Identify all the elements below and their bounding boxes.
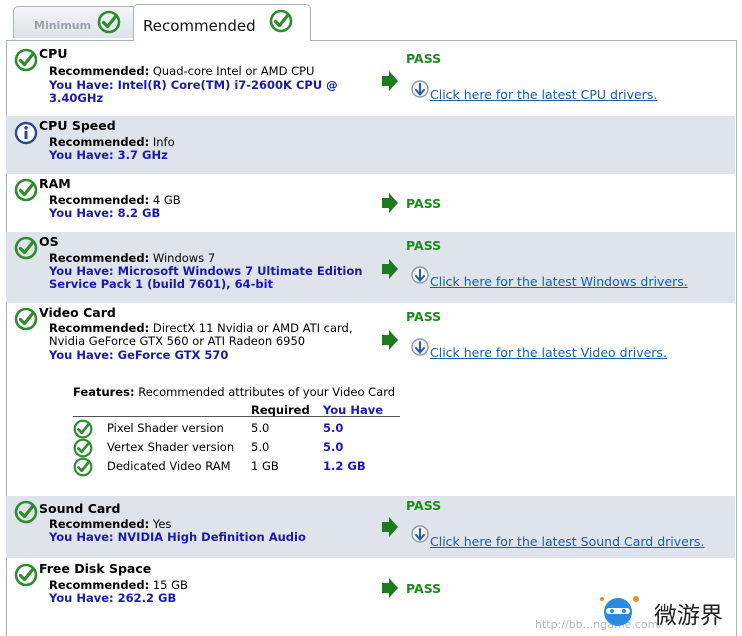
recommended-line: Recommended: Windows 7: [49, 251, 216, 265]
check-icon: [97, 10, 121, 34]
arrow-right-icon: [381, 577, 399, 599]
watermark: 微游界: [596, 592, 736, 630]
row-title: CPU Speed: [39, 118, 116, 133]
watermark-logo-icon: [600, 596, 639, 626]
you-have: You Have: Microsoft Windows 7 Ultimate E…: [49, 264, 363, 291]
check-icon: [14, 563, 38, 587]
row-os: OS Recommended: Windows 7 You Have: Micr…: [6, 232, 735, 303]
check-icon: [269, 9, 293, 33]
arrow-right-icon: [381, 192, 399, 214]
check-icon: [73, 438, 93, 458]
cpu-drivers-link[interactable]: Click here for the latest CPU drivers.: [430, 87, 657, 102]
features-header: Features: Recommended attributes of your…: [73, 385, 396, 399]
download-icon: [410, 80, 430, 102]
status-pass: PASS: [406, 238, 442, 253]
tab-recommended[interactable]: Recommended: [133, 4, 311, 41]
row-title: RAM: [39, 176, 71, 191]
feature-row: Vertex Shader version 5.0 5.0: [73, 438, 400, 456]
arrow-right-icon: [381, 258, 399, 280]
row-ram: RAM Recommended: 4 GB You Have: 8.2 GB P…: [6, 174, 735, 232]
you-have: You Have: 262.2 GB: [49, 591, 177, 605]
col-required: Required: [251, 403, 310, 417]
recommended-line: Recommended: Yes: [49, 517, 172, 531]
check-icon: [14, 48, 38, 72]
check-icon: [14, 236, 38, 260]
row-title: CPU: [39, 46, 68, 61]
status-pass: PASS: [406, 51, 442, 66]
status-pass: PASS: [406, 309, 442, 324]
check-icon: [73, 457, 93, 477]
row-title: Video Card: [39, 305, 116, 320]
tab-recommended-label: Recommended: [143, 17, 256, 35]
recommended-line: Recommended: Info: [49, 135, 175, 149]
divider: [73, 416, 400, 417]
download-icon: [410, 338, 430, 360]
download-icon: [410, 525, 430, 547]
row-cpu-speed: CPU Speed Recommended: Info You Have: 3.…: [6, 116, 735, 174]
video-drivers-link[interactable]: Click here for the latest Video drivers.: [430, 345, 667, 360]
tab-minimum-label: Minimum: [34, 19, 92, 32]
row-title: OS: [39, 234, 59, 249]
you-have: You Have: 3.7 GHz: [49, 148, 168, 162]
you-have: You Have: Intel(R) Core(TM) i7-2600K CPU…: [49, 78, 338, 105]
arrow-right-icon: [381, 70, 399, 92]
tab-bar: Minimum Recommended: [6, 4, 742, 41]
arrow-right-icon: [381, 516, 399, 538]
arrow-right-icon: [381, 329, 399, 351]
watermark-brand: 微游界: [654, 603, 723, 629]
recommended-line: Recommended: DirectX 11 Nvidia or AMD AT…: [49, 321, 353, 348]
windows-drivers-link[interactable]: Click here for the latest Windows driver…: [430, 274, 688, 289]
row-title: Free Disk Space: [39, 561, 152, 576]
feature-row: Pixel Shader version 5.0 5.0: [73, 419, 400, 437]
status-pass: PASS: [406, 581, 442, 596]
row-sound-card: Sound Card Recommended: Yes You Have: NV…: [6, 496, 735, 558]
tab-minimum[interactable]: Minimum: [13, 6, 137, 38]
you-have: You Have: GeForce GTX 570: [49, 348, 229, 362]
download-icon: [410, 266, 430, 288]
status-pass: PASS: [406, 196, 442, 211]
feature-row: Dedicated Video RAM 1 GB 1.2 GB: [73, 457, 400, 475]
info-icon: [14, 121, 38, 145]
sound-drivers-link[interactable]: Click here for the latest Sound Card dri…: [430, 534, 704, 549]
status-pass: PASS: [406, 498, 442, 513]
you-have: You Have: 8.2 GB: [49, 206, 161, 220]
row-cpu: CPU Recommended: Quad-core Intel or AMD …: [6, 44, 735, 116]
recommended-line: Recommended: 15 GB: [49, 578, 188, 592]
recommended-line: Recommended: Quad-core Intel or AMD CPU: [49, 64, 315, 78]
check-icon: [14, 500, 38, 524]
check-icon: [14, 178, 38, 202]
recommended-line: Recommended: 4 GB: [49, 193, 181, 207]
col-you-have: You Have: [323, 403, 384, 417]
you-have: You Have: NVIDIA High Definition Audio: [49, 530, 306, 544]
check-icon: [14, 307, 38, 331]
check-icon: [73, 419, 93, 439]
row-title: Sound Card: [39, 501, 121, 516]
